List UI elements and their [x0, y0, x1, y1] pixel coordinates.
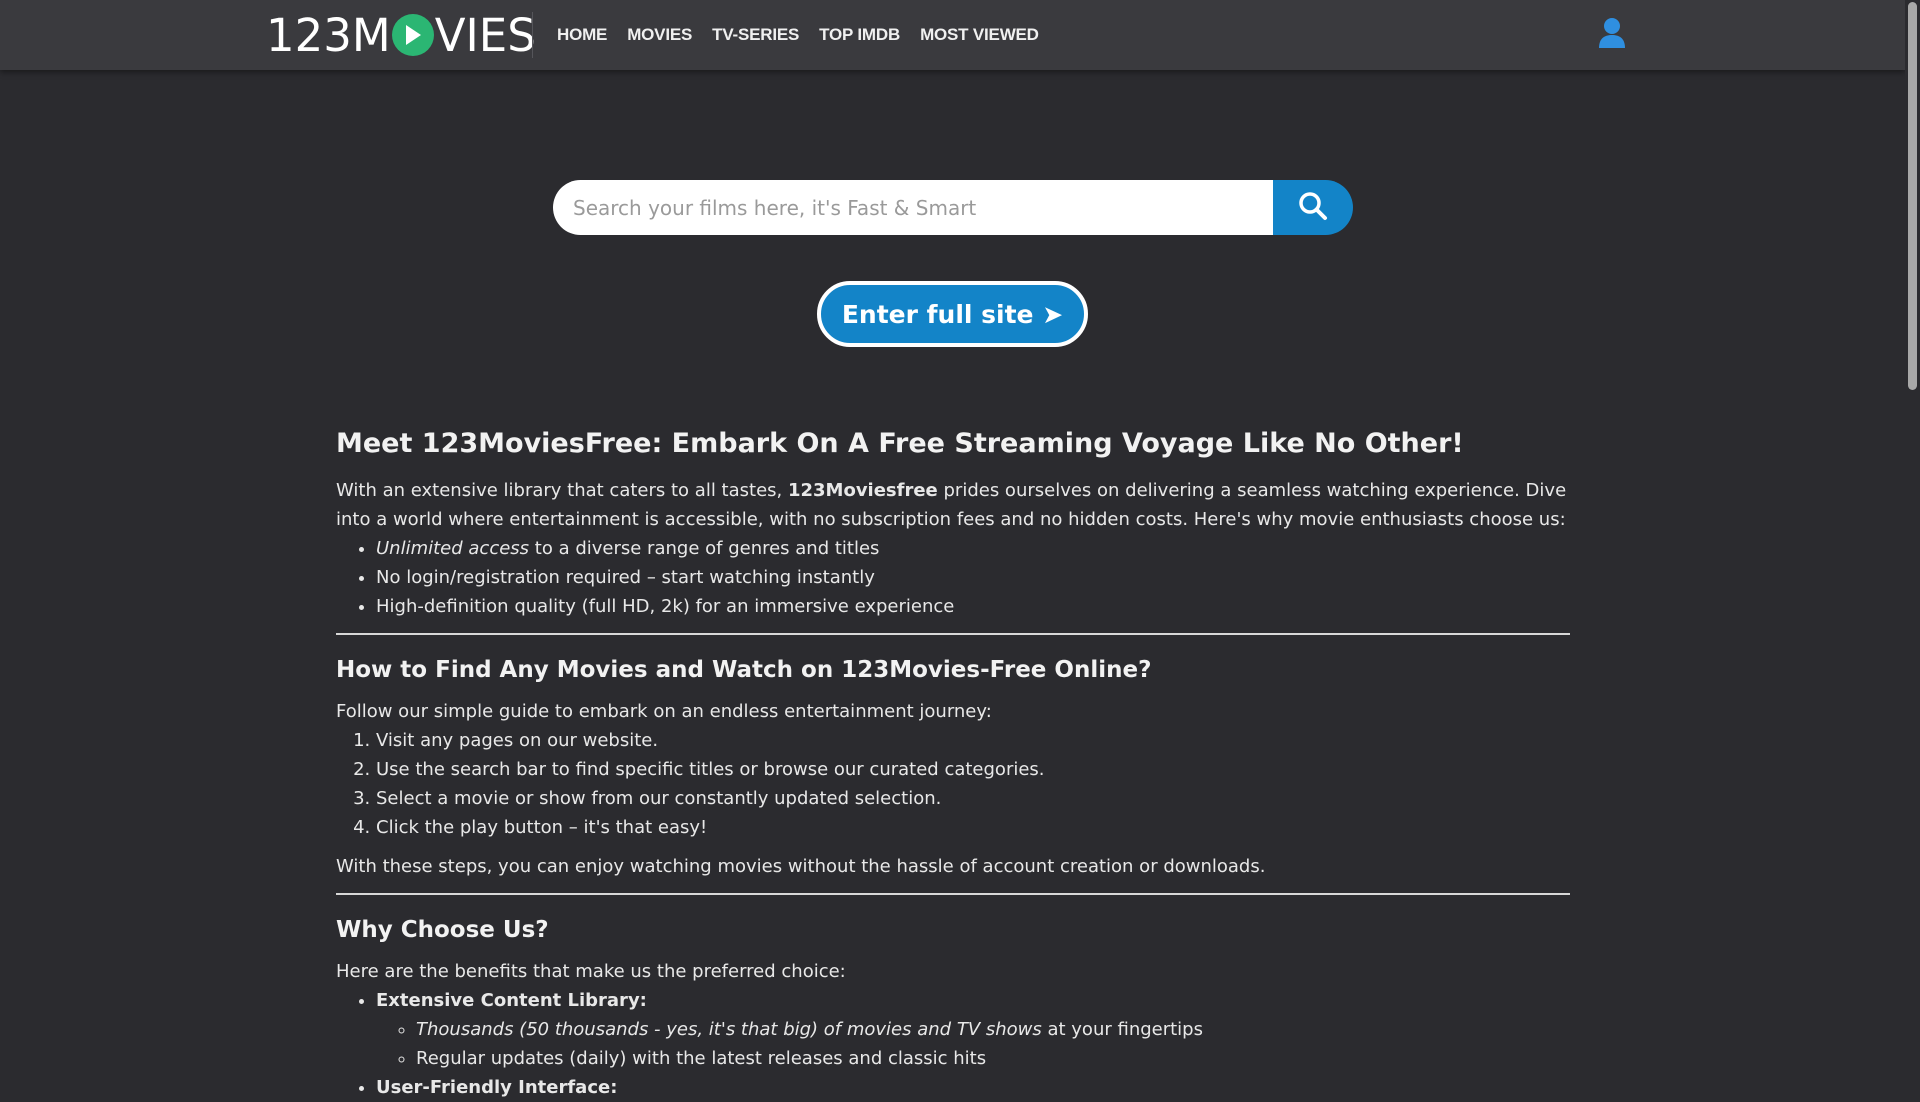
play-icon: [391, 14, 434, 56]
benefit-title: Extensive Content Library:: [376, 990, 647, 1011]
main-nav: HOME MOVIES TV-SERIES TOP IMDB MOST VIEW…: [557, 0, 1059, 70]
search-bar: [553, 180, 1353, 235]
benefit-emphasis: Thousands (50 thousands - yes, it's that…: [416, 1019, 1042, 1040]
logo-text-right: VIES: [434, 8, 536, 62]
feature-emphasis: Unlimited access: [376, 538, 530, 559]
enter-full-site-button[interactable]: Enter full site ➤: [817, 281, 1088, 347]
benefit-sublist: Thousands (50 thousands - yes, it's that…: [376, 1015, 1570, 1073]
list-item: No login/registration required – start w…: [376, 563, 1570, 592]
features-list: Unlimited access to a diverse range of g…: [336, 534, 1570, 621]
list-item: Regular updates (daily) with the latest …: [416, 1044, 1570, 1073]
site-logo[interactable]: 123M VIES: [266, 8, 536, 62]
list-item: High-definition quality (full HD, 2k) fo…: [376, 592, 1570, 621]
section-heading-why: Why Choose Us?: [336, 917, 549, 943]
why-intro: Here are the benefits that make us the p…: [336, 961, 846, 982]
list-item: Use the search bar to find specific titl…: [376, 755, 1570, 784]
intro-text-start: With an extensive library that caters to…: [336, 480, 788, 501]
user-icon[interactable]: [1597, 17, 1627, 49]
nav-tv-series[interactable]: TV-SERIES: [712, 25, 799, 45]
divider: [336, 633, 1570, 635]
top-navbar: 123M VIES HOME MOVIES TV-SERIES TOP IMDB…: [0, 0, 1905, 70]
benefits-list: Extensive Content Library: Thousands (50…: [336, 986, 1570, 1102]
find-intro: Follow our simple guide to embark on an …: [336, 701, 992, 722]
scrollbar-thumb[interactable]: [1908, 2, 1917, 390]
find-outro: With these steps, you can enjoy watching…: [336, 856, 1266, 877]
logo-text-left: 123M: [266, 8, 391, 62]
nav-movies[interactable]: MOVIES: [627, 25, 692, 45]
benefit-text: at your fingertips: [1041, 1019, 1203, 1040]
search-input[interactable]: [553, 180, 1273, 235]
nav-top-imdb[interactable]: TOP IMDB: [819, 25, 900, 45]
section-heading-find: How to Find Any Movies and Watch on 123M…: [336, 657, 1152, 683]
list-item: Click the play button – it's that easy!: [376, 813, 1570, 842]
nav-home[interactable]: HOME: [557, 25, 607, 45]
list-item: Extensive Content Library: Thousands (50…: [376, 986, 1570, 1073]
list-item: Thousands (50 thousands - yes, it's that…: [416, 1015, 1570, 1044]
feature-text: to a diverse range of genres and titles: [529, 538, 880, 559]
steps-list: Visit any pages on our website. Use the …: [336, 726, 1570, 842]
intro-paragraph: With an extensive library that caters to…: [336, 476, 1570, 534]
list-item: Visit any pages on our website.: [376, 726, 1570, 755]
list-item: Select a movie or show from our constant…: [376, 784, 1570, 813]
logo-divider: [532, 12, 533, 58]
search-button[interactable]: [1273, 180, 1353, 235]
divider: [336, 893, 1570, 895]
nav-most-viewed[interactable]: MOST VIEWED: [920, 25, 1039, 45]
article-title: Meet 123MoviesFree: Embark On A Free Str…: [336, 428, 1464, 459]
search-icon: [1298, 191, 1328, 224]
intro-brand: 123Moviesfree: [787, 480, 938, 501]
list-item: User-Friendly Interface:: [376, 1073, 1570, 1102]
list-item: Unlimited access to a diverse range of g…: [376, 534, 1570, 563]
scrollbar[interactable]: [1905, 0, 1920, 1080]
article-content: Meet 123MoviesFree: Embark On A Free Str…: [336, 420, 1570, 1102]
benefit-title: User-Friendly Interface:: [376, 1077, 618, 1098]
